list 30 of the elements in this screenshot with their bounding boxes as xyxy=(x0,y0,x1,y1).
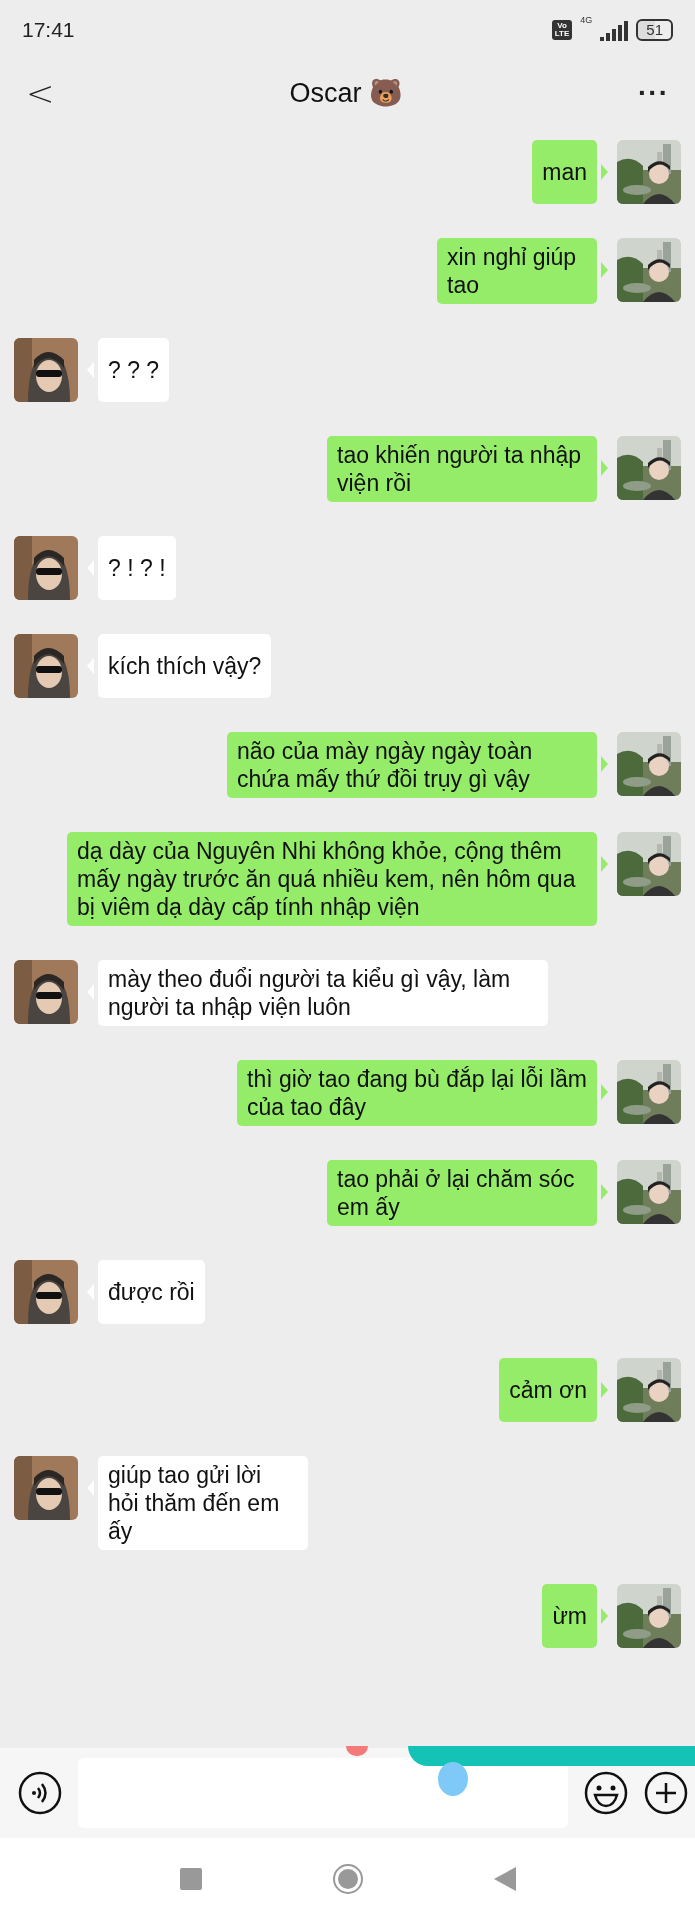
back-button[interactable]: < xyxy=(26,73,55,113)
message-bubble: ? ? ? xyxy=(98,338,170,402)
message-bubble: kích thích vậy? xyxy=(98,634,272,698)
status-time: 17:41 xyxy=(22,18,75,42)
back-icon[interactable] xyxy=(493,1867,516,1891)
add-icon[interactable] xyxy=(644,1771,688,1815)
signal-icon xyxy=(600,19,629,41)
message-bubble: man xyxy=(532,140,597,204)
recents-icon[interactable] xyxy=(179,1868,202,1890)
message-bubble: não của mày ngày ngày toàn chứa mấy thứ đồi trụy gì vậy xyxy=(227,732,597,798)
message-bubble: ? ! ? ! xyxy=(98,536,176,600)
message-bubble: giúp tao gửi lời hỏi thăm đến em ấy xyxy=(98,1456,308,1550)
message-input[interactable] xyxy=(78,1758,568,1828)
message-bubble: mày theo đuổi người ta kiểu gì vậy, làm người ta nhập viện luôn xyxy=(98,960,548,1026)
message-bubble: được rồi xyxy=(98,1260,205,1324)
chat-title: Oscar 🐻 xyxy=(289,77,403,109)
message-bubble: tao khiến người ta nhập viện rồi xyxy=(327,436,597,502)
message-bubble: tao phải ở lại chăm sóc em ấy xyxy=(327,1160,597,1226)
voice-icon[interactable] xyxy=(18,1771,62,1815)
home-icon[interactable] xyxy=(331,1863,364,1895)
message-bubble: dạ dày của Nguyên Nhi không khỏe, cộng thêm mấy ngày trước ăn quá nhiều kem, nên hôm qua bị viêm dạ dày cấp tính nhập viện xyxy=(67,832,597,926)
message-bubble: ừm xyxy=(542,1584,597,1648)
message-bubble: thì giờ tao đang bù đắp lại lỗi lầm của tao đây xyxy=(237,1060,597,1126)
volte-badge: Vo LTE xyxy=(551,20,573,40)
battery-level: 51 xyxy=(636,19,673,41)
more-button[interactable]: ··· xyxy=(638,77,669,109)
message-bubble: xin nghỉ giúp tao xyxy=(437,238,597,304)
message-bubble: cảm ơn xyxy=(499,1358,597,1422)
emoji-icon[interactable] xyxy=(584,1771,628,1815)
network-label: 4G xyxy=(580,15,593,25)
